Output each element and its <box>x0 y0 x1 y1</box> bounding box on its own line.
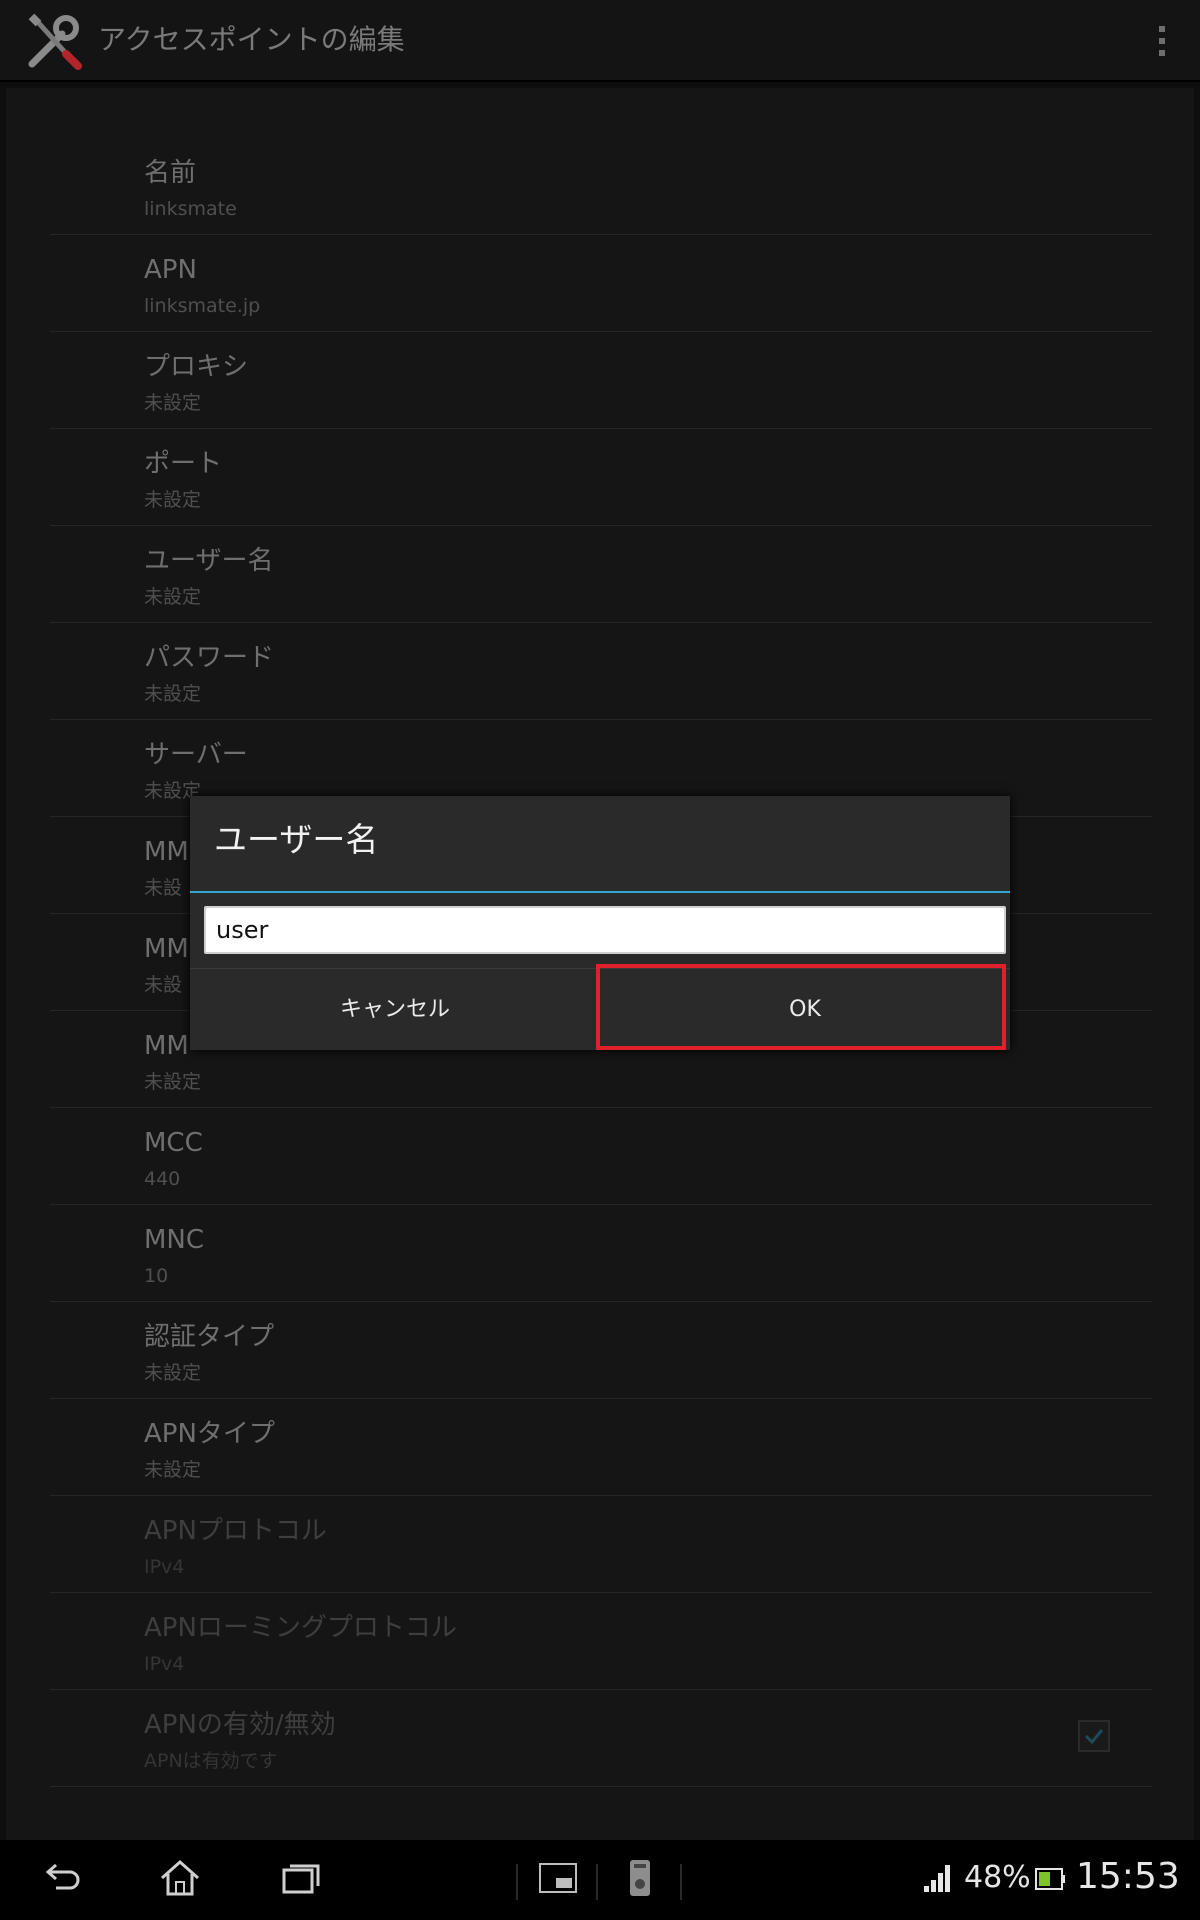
apn-enabled-checkbox <box>1078 1720 1110 1752</box>
battery-percentage: 48% <box>964 1860 1031 1895</box>
pref-title: APNタイプ <box>144 1419 275 1449</box>
small-apps-icon[interactable] <box>536 1858 580 1902</box>
pref-title: APNローミングプロトコル <box>144 1613 457 1643</box>
pref-summary: 未設定 <box>144 392 202 414</box>
tools-icon[interactable] <box>22 10 86 74</box>
pref-apn-roaming-protocol: APNローミングプロトコル IPv4 <box>50 1593 1152 1690</box>
pref-apn[interactable]: APN linksmate.jp <box>50 235 1152 332</box>
pref-port[interactable]: ポート 未設定 <box>50 429 1152 526</box>
dialog-button-bar: キャンセル OK <box>190 968 1010 1051</box>
username-dialog: ユーザー名 キャンセル OK <box>190 796 1010 1050</box>
pref-title: MM <box>144 1031 189 1061</box>
pref-summary: 未設 <box>144 877 183 899</box>
pref-title: MNC <box>144 1225 205 1255</box>
pref-summary: IPv4 <box>144 1653 185 1675</box>
clock: 15:53 <box>1076 1856 1180 1897</box>
pref-title: APNプロトコル <box>144 1516 327 1546</box>
pref-username[interactable]: ユーザー名 未設定 <box>50 526 1152 623</box>
pref-title: 認証タイプ <box>144 1322 275 1352</box>
pref-title: MM <box>144 934 189 964</box>
pref-proxy[interactable]: プロキシ 未設定 <box>50 332 1152 429</box>
pref-summary: linksmate <box>144 198 237 220</box>
pref-title: 名前 <box>144 158 197 188</box>
pref-title: MM <box>144 837 189 867</box>
pref-summary: 未設定 <box>144 586 202 608</box>
pref-summary: APNは有効です <box>144 1750 278 1772</box>
pref-title: サーバー <box>144 740 248 770</box>
pref-title: APNの有効/無効 <box>144 1710 336 1740</box>
remote-control-icon[interactable] <box>626 1858 654 1902</box>
action-bar: アクセスポイントの編集 <box>0 0 1200 82</box>
pref-summary: linksmate.jp <box>144 295 261 317</box>
pref-summary: 未設 <box>144 974 183 996</box>
recent-apps-icon[interactable] <box>280 1858 324 1902</box>
pref-title: ユーザー名 <box>144 546 274 576</box>
pref-password[interactable]: パスワード 未設定 <box>50 623 1152 720</box>
pref-apn-type[interactable]: APNタイプ 未設定 <box>50 1399 1152 1496</box>
ok-button[interactable]: OK <box>600 969 1010 1051</box>
pref-apn-enable: APNの有効/無効 APNは有効です <box>50 1690 1152 1787</box>
pref-summary: 未設定 <box>144 1071 202 1093</box>
system-navigation-bar: 48% 15:53 <box>0 1840 1200 1920</box>
pref-summary: 10 <box>144 1265 169 1287</box>
pref-auth-type[interactable]: 認証タイプ 未設定 <box>50 1302 1152 1399</box>
pref-summary: 440 <box>144 1168 181 1190</box>
pref-summary: 未設定 <box>144 1362 202 1384</box>
pref-title: パスワード <box>144 643 275 673</box>
pref-title: APN <box>144 255 197 285</box>
signal-icon <box>922 1862 952 1898</box>
pref-summary: 未設定 <box>144 1459 202 1481</box>
pref-name[interactable]: 名前 linksmate <box>50 138 1152 235</box>
pref-title: ポート <box>144 449 223 479</box>
pref-summary: IPv4 <box>144 1556 185 1578</box>
username-input[interactable] <box>204 906 1006 954</box>
dialog-title: ユーザー名 <box>214 820 379 859</box>
pref-apn-protocol: APNプロトコル IPv4 <box>50 1496 1152 1593</box>
dialog-title-divider <box>190 891 1010 893</box>
pref-title: プロキシ <box>144 352 249 382</box>
battery-icon <box>1034 1866 1066 1896</box>
pref-summary: 未設定 <box>144 489 202 511</box>
cancel-button[interactable]: キャンセル <box>190 969 600 1051</box>
overflow-menu-icon[interactable] <box>1154 26 1170 62</box>
pref-mnc[interactable]: MNC 10 <box>50 1205 1152 1302</box>
pref-title: MCC <box>144 1128 203 1158</box>
check-icon <box>1084 1729 1104 1745</box>
pref-mcc[interactable]: MCC 440 <box>50 1108 1152 1205</box>
home-icon[interactable] <box>158 1858 202 1902</box>
page-title: アクセスポイントの編集 <box>98 23 405 56</box>
pref-summary: 未設定 <box>144 683 202 705</box>
back-icon[interactable] <box>40 1858 84 1902</box>
